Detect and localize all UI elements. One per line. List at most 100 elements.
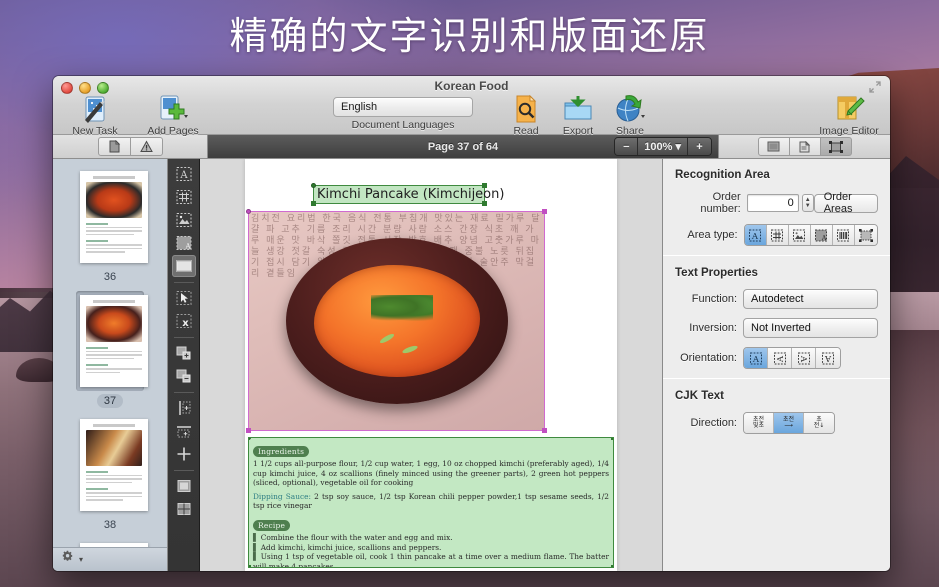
area-type-barcode[interactable] xyxy=(833,225,855,245)
page-indicator-bar: Page 37 of 64 − 100% ▾ + xyxy=(208,135,718,158)
merge-cells-tool[interactable] xyxy=(172,475,196,497)
resize-handle[interactable] xyxy=(482,201,487,206)
document-languages-group: English Document Languages xyxy=(333,97,473,131)
page-view[interactable]: Kimchi Pancake (Kimchijeon) 김치전 요리법 한국 음… xyxy=(200,159,662,571)
thumbnail-page-preview xyxy=(80,171,148,263)
pages-tab[interactable] xyxy=(98,137,131,156)
app-window: Korean Food New Task xyxy=(53,76,890,571)
document-languages-caption: Document Languages xyxy=(333,119,473,131)
area-type-text[interactable]: A xyxy=(745,225,767,245)
window-titlebar: Korean Food New Task xyxy=(53,76,890,135)
gear-icon[interactable] xyxy=(61,550,76,570)
remove-separator-tool[interactable] xyxy=(172,443,196,465)
view-image-only-button[interactable] xyxy=(758,137,790,156)
cjk-direction-horizontal[interactable]: 초전⟶ xyxy=(774,413,804,433)
thumbnail-page-37[interactable]: 37 xyxy=(76,291,144,409)
function-row: Function: Autodetect xyxy=(675,289,878,309)
vertical-separator-icon xyxy=(175,400,193,416)
expand-icon[interactable] xyxy=(868,80,882,94)
background-picture-tool[interactable]: A xyxy=(172,232,196,254)
cut-from-area-tool[interactable] xyxy=(172,365,196,387)
resize-handle[interactable] xyxy=(311,183,316,188)
document-page[interactable]: Kimchi Pancake (Kimchijeon) 김치전 요리법 한국 음… xyxy=(245,159,617,571)
image-editor-button[interactable]: Image Editor xyxy=(813,94,885,137)
resize-handle[interactable] xyxy=(246,428,251,433)
orientation-rotated-right[interactable]: A xyxy=(792,348,816,368)
svg-text:A: A xyxy=(179,170,188,181)
cjk-direction-auto[interactable]: 초전빛초 xyxy=(744,413,774,433)
orientation-rotated-left[interactable]: A xyxy=(768,348,792,368)
add-pages-button[interactable]: Add Pages xyxy=(141,94,205,137)
recognition-area-text[interactable]: Ingredients 1 1/2 cups all-purpose flour… xyxy=(248,437,614,568)
resize-handle[interactable] xyxy=(246,209,251,214)
function-select[interactable]: Autodetect xyxy=(743,289,878,309)
add-to-area-tool[interactable] xyxy=(172,342,196,364)
inversion-select[interactable]: Not Inverted xyxy=(743,318,878,338)
tool-divider xyxy=(174,337,194,338)
add-horizontal-separator-tool[interactable] xyxy=(172,420,196,442)
picture-area-tool[interactable] xyxy=(172,209,196,231)
share-button[interactable]: Share xyxy=(598,94,662,137)
select-tool[interactable] xyxy=(172,287,196,309)
svg-text:A: A xyxy=(821,235,827,242)
resize-handle[interactable] xyxy=(542,209,547,214)
recipe-tag: Recipe xyxy=(253,520,290,531)
ingredients-tag: Ingredients xyxy=(253,446,309,457)
horizontal-separator-icon xyxy=(175,423,193,439)
view-text-only-button[interactable] xyxy=(789,137,821,156)
new-task-label: New Task xyxy=(63,125,127,137)
area-type-recognition[interactable] xyxy=(855,225,877,245)
zoom-level-menu[interactable]: 100% ▾ xyxy=(638,138,688,155)
thumbnails-scroll[interactable]: 36 37 xyxy=(53,159,167,547)
inspector-button[interactable]: i Inspector xyxy=(886,94,890,137)
resize-handle[interactable] xyxy=(311,201,316,206)
new-task-button[interactable]: New Task xyxy=(63,94,127,137)
thumbnail-page-36[interactable]: 36 xyxy=(76,167,144,285)
order-number-input[interactable]: 0 xyxy=(747,194,799,212)
area-type-background[interactable]: A xyxy=(811,225,833,245)
table-area-icon xyxy=(770,229,784,242)
inspector-panel: Recognition Area Order number: 0 ▲▼ Orde… xyxy=(662,159,890,571)
chevron-down-icon[interactable]: ▾ xyxy=(79,555,83,564)
thumbnail-number: 37 xyxy=(97,394,123,408)
resize-handle[interactable] xyxy=(482,183,487,188)
image-view-icon xyxy=(767,141,780,152)
thumbnail-number: 38 xyxy=(97,518,123,532)
text-area-tool[interactable]: A xyxy=(172,163,196,185)
orientation-segmented-control: A A A xyxy=(743,347,841,369)
picture-area-icon xyxy=(792,229,806,242)
resize-handle[interactable] xyxy=(611,565,614,568)
stepper-arrows[interactable]: ▲▼ xyxy=(802,194,814,212)
add-vertical-separator-tool[interactable] xyxy=(172,397,196,419)
share-icon xyxy=(598,94,662,124)
cjk-horizontal-icon: 초전⟶ xyxy=(783,417,794,429)
table-area-tool[interactable] xyxy=(172,186,196,208)
recognition-area-title[interactable]: Kimchi Pancake (Kimchijeon) xyxy=(313,185,485,204)
image-editor-label: Image Editor xyxy=(813,125,885,137)
cjk-direction-vertical[interactable]: 초전↓ xyxy=(804,413,834,433)
resize-handle[interactable] xyxy=(611,437,614,440)
kimchi-pancake xyxy=(314,265,480,377)
recognition-area-heading: Recognition Area xyxy=(675,169,878,181)
zoom-in-button[interactable]: + xyxy=(688,138,711,155)
orientation-normal[interactable]: A xyxy=(744,348,768,368)
resize-handle[interactable] xyxy=(248,565,251,568)
orientation-row: Orientation: A A xyxy=(675,347,878,369)
resize-handle[interactable] xyxy=(248,437,251,440)
split-cells-tool[interactable] xyxy=(172,498,196,520)
area-type-table[interactable] xyxy=(767,225,789,245)
recognition-area-picture[interactable]: 김치전 요리법 한국 음식 전통 부침개 맛있는 재료 밀가루 달걀 파 고추 … xyxy=(248,211,545,431)
area-type-picture[interactable] xyxy=(789,225,811,245)
resize-handle[interactable] xyxy=(542,428,547,433)
document-languages-select[interactable]: English xyxy=(333,97,473,117)
svg-text:A: A xyxy=(751,232,759,242)
barcode-area-tool[interactable] xyxy=(172,255,196,277)
warnings-tab[interactable] xyxy=(130,137,163,156)
view-areas-button[interactable] xyxy=(820,137,852,156)
thumbnails-pane[interactable]: 36 37 xyxy=(53,159,168,571)
order-areas-button[interactable]: Order Areas xyxy=(814,194,878,213)
orientation-upside-down[interactable]: A xyxy=(816,348,840,368)
thumbnail-page-38[interactable]: 38 xyxy=(76,415,144,533)
zoom-out-button[interactable]: − xyxy=(615,138,638,155)
delete-area-tool[interactable]: x xyxy=(172,310,196,332)
